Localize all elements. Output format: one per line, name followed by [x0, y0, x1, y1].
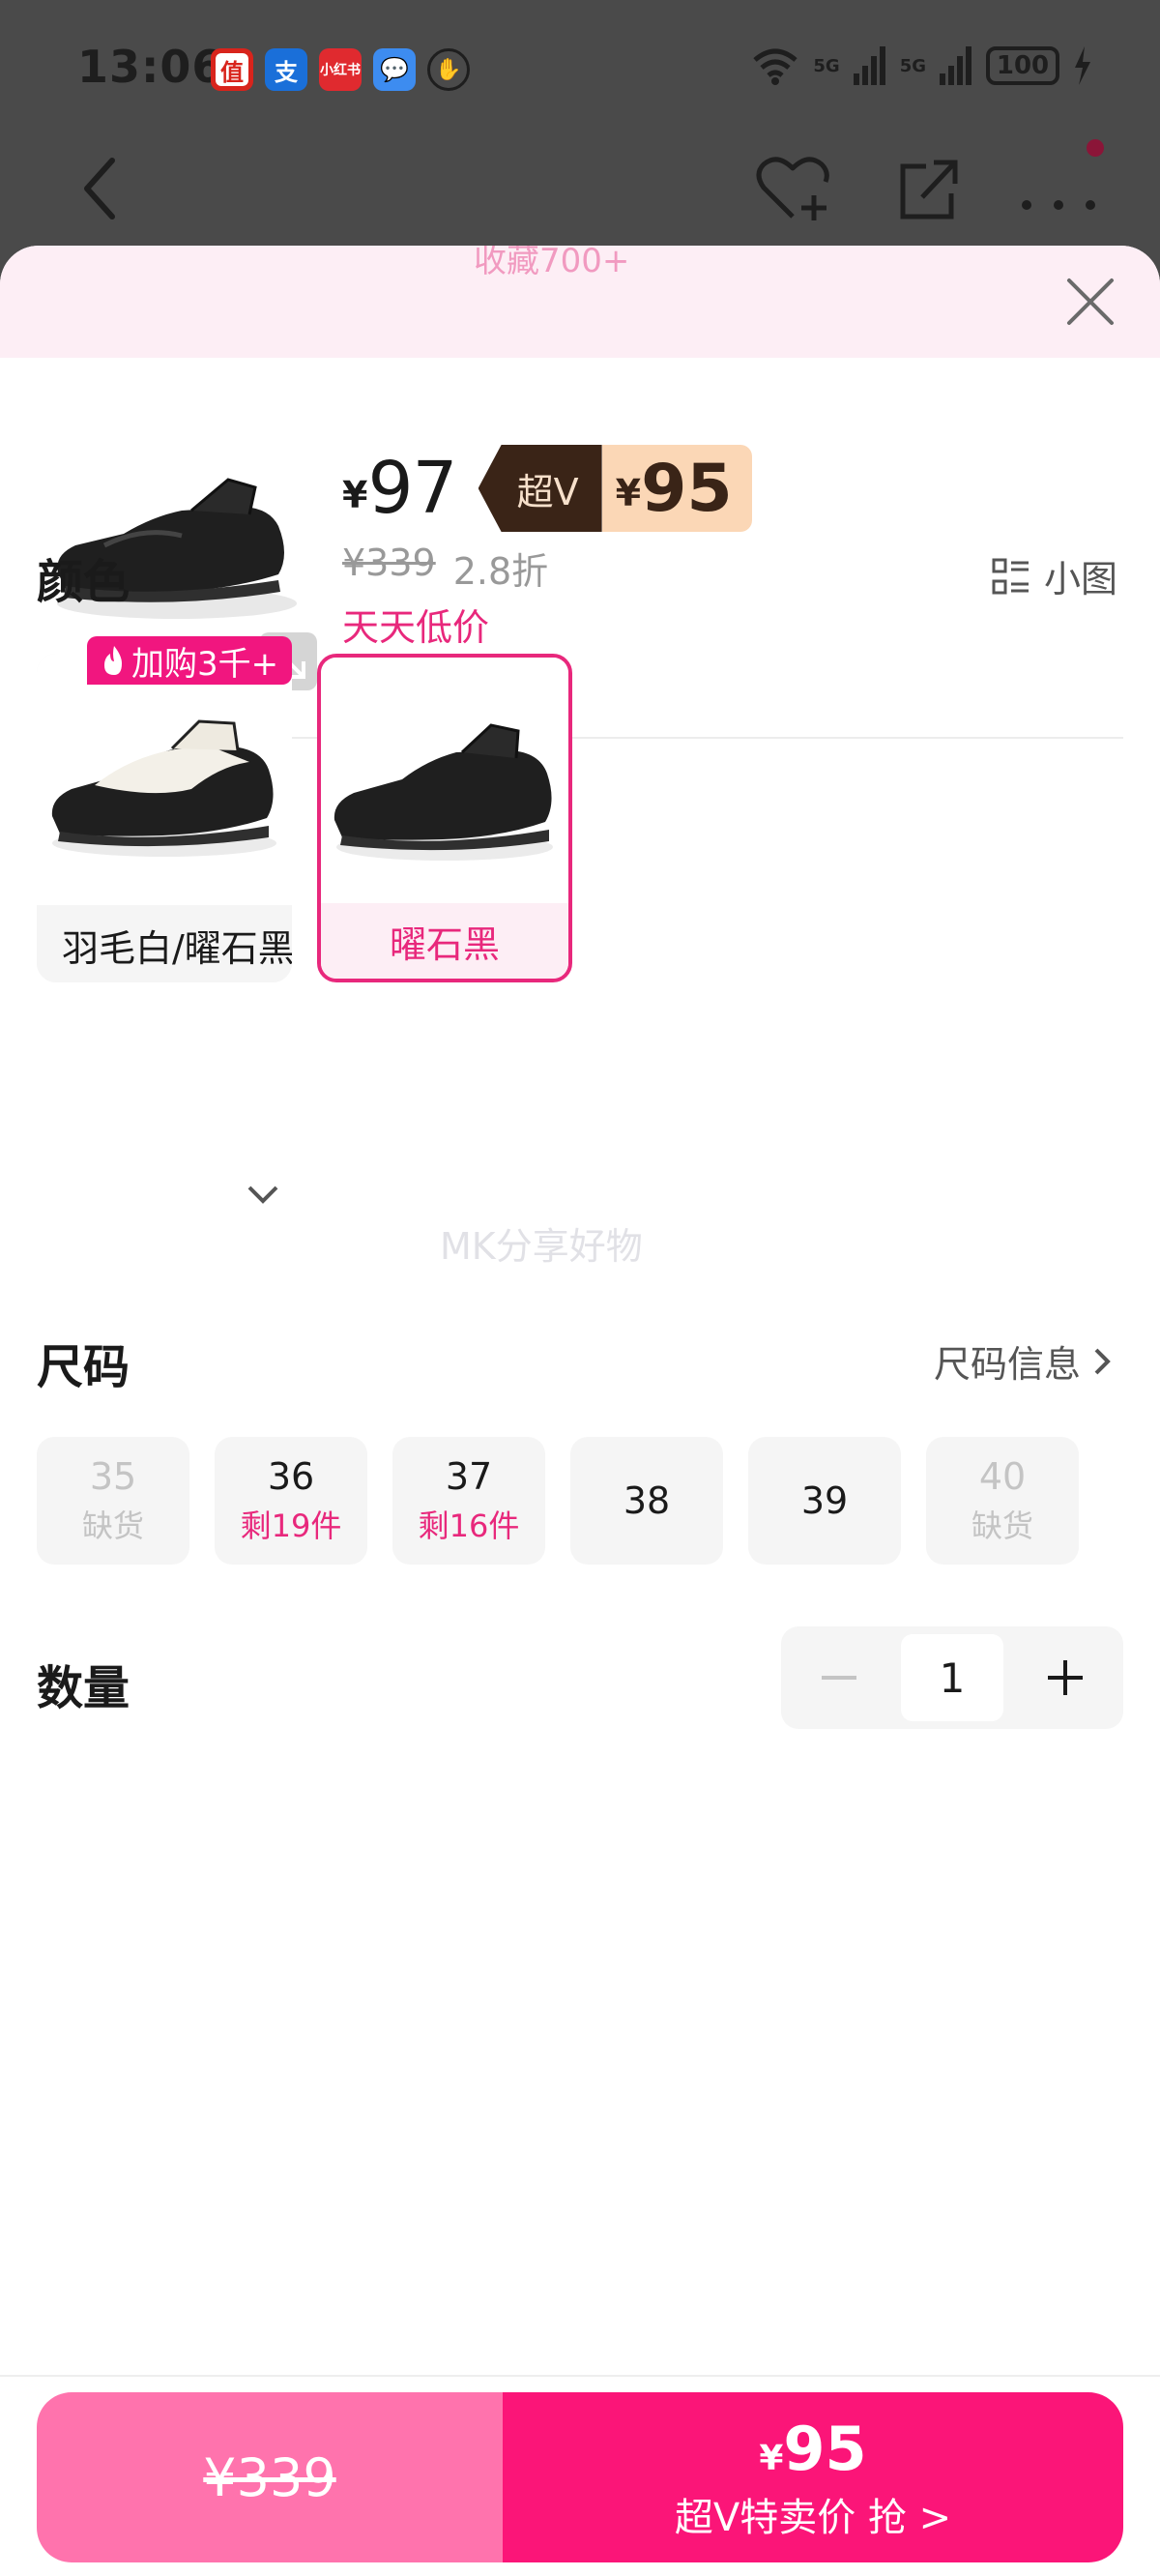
small-view-label: 小图 — [1044, 558, 1118, 600]
size-stock: 剩16件 — [418, 1508, 520, 1544]
size-number: 37 — [445, 1455, 493, 1498]
alipay-icon: 支 — [265, 48, 307, 91]
vip-buy-label: 超V特卖价 抢 > — [674, 2495, 952, 2540]
color-option-image — [321, 658, 568, 909]
color-option-black[interactable]: 曜石黑 — [317, 654, 572, 982]
color-option-image — [37, 654, 292, 905]
size-option-36[interactable]: 36 剩19件 — [215, 1437, 367, 1565]
sku-selector-sheet: 收藏700+ ¥ 97 超V ¥95 ¥339 2.8折 天天低价 — [0, 246, 1160, 2576]
quantity-increase-button[interactable] — [1007, 1626, 1123, 1729]
more-options-icon[interactable] — [1015, 155, 1102, 222]
hot-badge-label: 加购3千+ — [131, 644, 279, 684]
quantity-section-title: 数量 — [37, 1661, 130, 1715]
size-options: 35 缺货 36 剩19件 37 剩16件 38 39 40 缺货 — [37, 1437, 1079, 1565]
discount-label: 2.8折 — [452, 550, 549, 593]
color-option-white[interactable]: 羽毛白/曜石黑 — [37, 654, 292, 982]
original-price: ¥339 — [342, 542, 436, 584]
size-number: 36 — [267, 1455, 315, 1498]
favorite-add-icon[interactable] — [754, 153, 831, 226]
color-section-title: 颜色 — [37, 555, 130, 609]
wifi-icon — [753, 48, 798, 85]
collect-count: 收藏700+ — [474, 246, 630, 280]
size-number: 39 — [800, 1479, 849, 1522]
size-section-title: 尺码 — [37, 1340, 130, 1394]
vip-price-tag: 超V ¥95 — [478, 445, 752, 532]
quantity-value[interactable]: 1 — [901, 1634, 1003, 1721]
size-number: 35 — [89, 1455, 137, 1498]
quantity-stepper: 1 — [781, 1626, 1123, 1729]
size-stock: 剩19件 — [240, 1508, 342, 1544]
close-icon[interactable] — [1063, 275, 1117, 329]
watermark: MK分享好物 — [440, 1225, 643, 1268]
color-option-label: 羽毛白/曜石黑 — [37, 907, 292, 982]
plus-icon — [1048, 1660, 1083, 1695]
status-bar: 13:06 值 支 小红书 💬 ✋ 5G 5G 100 — [0, 0, 1160, 135]
signal-1-label: 5G — [813, 55, 840, 76]
zhi-app-icon: 值 — [211, 48, 253, 91]
quantity-decrease-button[interactable] — [781, 1626, 897, 1729]
size-number: 38 — [623, 1479, 671, 1522]
size-stock: 缺货 — [81, 1508, 144, 1544]
hot-badge: 加购3千+ — [87, 636, 293, 685]
notification-icons: 值 支 小红书 💬 ✋ — [211, 48, 470, 91]
original-price-row: ¥339 2.8折 — [342, 542, 548, 595]
signal-2-icon — [940, 46, 972, 85]
size-option-40[interactable]: 40 缺货 — [926, 1437, 1079, 1565]
small-view-toggle[interactable]: 小图 — [992, 549, 1117, 602]
back-icon[interactable] — [73, 155, 131, 222]
size-option-37[interactable]: 37 剩16件 — [392, 1437, 545, 1565]
size-info-link[interactable]: 尺码信息 — [934, 1334, 1112, 1388]
notification-dot — [1087, 139, 1104, 157]
vip-label: 超V — [478, 445, 602, 532]
promo-label: 天天低价 — [342, 606, 490, 649]
battery-indicator: 100 — [986, 46, 1059, 85]
size-info-label: 尺码信息 — [934, 1343, 1082, 1386]
flame-icon — [104, 646, 122, 675]
signal-1-icon — [853, 46, 885, 85]
list-view-icon — [992, 558, 1029, 594]
price-currency: ¥ — [342, 474, 368, 516]
size-option-38[interactable]: 38 — [570, 1437, 723, 1565]
size-option-35[interactable]: 35 缺货 — [37, 1437, 189, 1565]
vip-buy-button[interactable]: ¥95 超V特卖价 抢 > — [503, 2392, 1123, 2562]
system-icons: 5G 5G 100 — [751, 46, 1092, 85]
share-icon[interactable] — [897, 155, 959, 222]
current-price: 97 — [367, 447, 457, 530]
size-stock: 缺货 — [971, 1508, 1033, 1544]
normal-price-label: ¥339 — [203, 2446, 336, 2508]
sandal-white-image — [51, 719, 276, 857]
signal-2-label: 5G — [899, 55, 926, 76]
product-nav-bar — [0, 135, 1160, 242]
charging-icon — [1075, 46, 1090, 85]
sheet-header: 收藏700+ — [0, 246, 1160, 358]
normal-price-button[interactable]: ¥339 — [37, 2392, 503, 2562]
hand-icon: ✋ — [427, 48, 470, 91]
vip-buy-price: ¥95 — [759, 2413, 867, 2484]
size-number: 40 — [978, 1455, 1027, 1498]
price-row: ¥ 97 超V ¥95 — [342, 445, 752, 532]
message-icon: 💬 — [373, 48, 416, 91]
vip-price: ¥95 — [601, 445, 752, 532]
color-option-label: 曜石黑 — [321, 903, 568, 979]
minus-icon — [822, 1676, 856, 1680]
chevron-down-icon[interactable] — [244, 1180, 282, 1209]
size-option-39[interactable]: 39 — [748, 1437, 901, 1565]
xiaohongshu-icon: 小红书 — [319, 48, 362, 91]
bottom-divider — [0, 2375, 1160, 2377]
sandal-black-image — [334, 723, 553, 861]
purchase-bar: ¥339 ¥95 超V特卖价 抢 > — [37, 2392, 1123, 2562]
chevron-right-icon — [1094, 1348, 1111, 1374]
status-time: 13:06 — [77, 41, 224, 93]
